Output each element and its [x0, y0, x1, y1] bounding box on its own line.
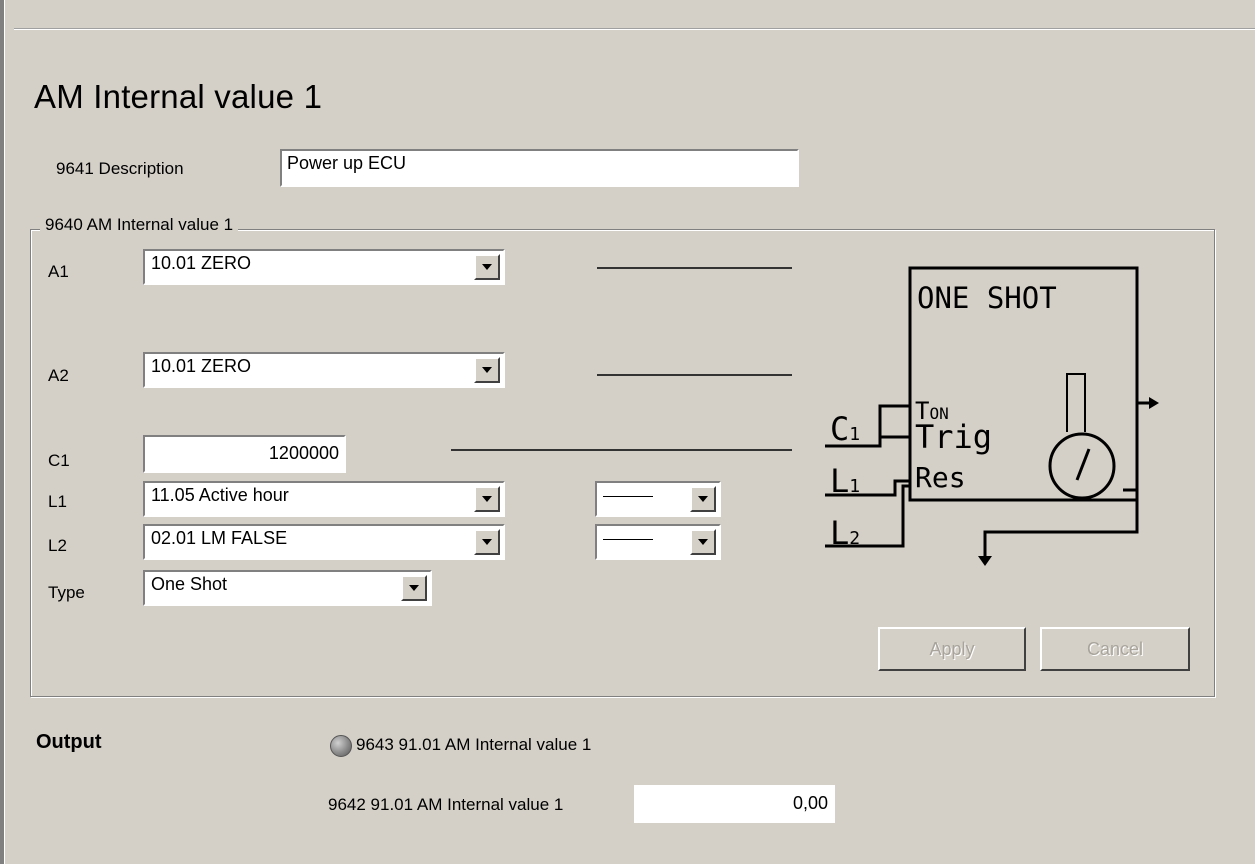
a2-select[interactable]: 10.01 ZERO [143, 352, 505, 388]
l1-line-style-dropdown-button[interactable] [690, 486, 716, 512]
l1-line-style-value [603, 496, 653, 497]
groupbox-legend: 9640 AM Internal value 1 [40, 215, 239, 235]
description-label: 9641 Description [56, 159, 184, 178]
l2-line-style-dropdown-button[interactable] [690, 529, 716, 555]
type-select-value: One Shot [151, 574, 228, 594]
a2-select-value: 10.01 ZERO [151, 356, 252, 376]
one-shot-diagram: ONE SHOT TON Trig Res C1 L1 L2 [825, 266, 1159, 566]
cancel-button[interactable]: Cancel [1040, 627, 1190, 671]
a1-label: A1 [48, 262, 69, 281]
apply-button[interactable]: Apply [878, 627, 1026, 671]
diagram-label-l2: L2 [830, 514, 860, 552]
a1-connector-line [597, 267, 792, 269]
output-value-field: 0,00 [634, 785, 835, 823]
type-dropdown-button[interactable] [401, 575, 427, 601]
c1-label: C1 [48, 451, 70, 470]
type-select[interactable]: One Shot [143, 570, 432, 606]
c1-input[interactable]: 1200000 [143, 435, 346, 473]
diagram-label-l1: L1 [830, 462, 860, 500]
output-heading: Output [36, 731, 102, 753]
a2-dropdown-button[interactable] [474, 357, 500, 383]
a2-connector-line [597, 374, 792, 376]
down-arrow-icon [978, 556, 992, 566]
output-value-label: 9642 91.01 AM Internal value 1 [328, 795, 564, 814]
l2-line-style-select[interactable] [595, 524, 721, 560]
output-status-led [330, 735, 352, 757]
l2-select-value: 02.01 LM FALSE [151, 528, 288, 548]
pulse-symbol [1066, 373, 1086, 432]
type-label: Type [48, 583, 85, 602]
a1-select-value: 10.01 ZERO [151, 253, 252, 273]
diagram-input-res: Res [915, 461, 966, 494]
diagram-title: ONE SHOT [917, 281, 1057, 315]
a1-dropdown-button[interactable] [474, 254, 500, 280]
l1-line-style-select[interactable] [595, 481, 721, 517]
diagram-input-trig: Trig [915, 418, 992, 456]
l1-select[interactable]: 11.05 Active hour [143, 481, 505, 517]
a1-select[interactable]: 10.01 ZERO [143, 249, 505, 285]
l2-dropdown-button[interactable] [474, 529, 500, 555]
l1-dropdown-button[interactable] [474, 486, 500, 512]
c1-connector-line [451, 449, 792, 451]
output-arrow-icon [1149, 397, 1159, 409]
l2-select[interactable]: 02.01 LM FALSE [143, 524, 505, 560]
l1-select-value: 11.05 Active hour [151, 485, 289, 505]
description-input[interactable]: Power up ECU [280, 149, 799, 187]
output-indicator-label: 9643 91.01 AM Internal value 1 [356, 735, 592, 754]
l1-label: L1 [48, 492, 67, 511]
window-left-border [0, 0, 5, 864]
a2-label: A2 [48, 366, 69, 385]
l2-line-style-value [603, 539, 653, 540]
top-separator [14, 28, 1255, 30]
diagram-label-c1: C1 [830, 410, 860, 448]
page-title: AM Internal value 1 [34, 78, 323, 115]
l2-label: L2 [48, 536, 67, 555]
timer-needle [1075, 448, 1091, 481]
